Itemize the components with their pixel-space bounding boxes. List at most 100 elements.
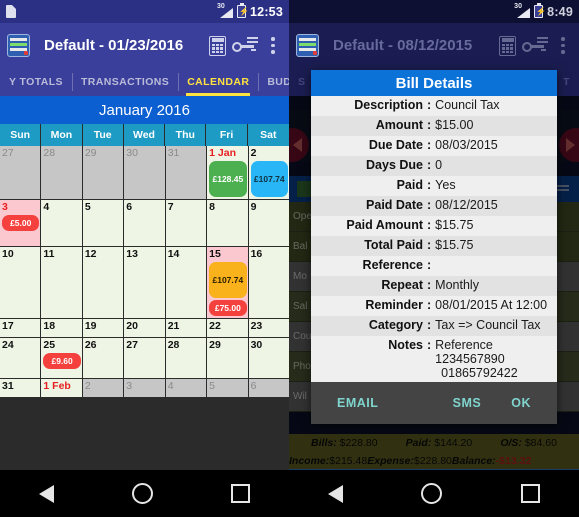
calendar-day-cell[interactable]: 1 Jan £128.45 xyxy=(207,146,248,199)
calendar-day-number: 15 xyxy=(209,248,221,260)
calendar-day-cell[interactable]: 23 xyxy=(248,319,289,337)
dialog-field-label: Due Date xyxy=(368,138,423,152)
calendar-day-cell[interactable]: 14 xyxy=(165,247,207,318)
sd-card-icon xyxy=(6,5,16,18)
calendar-day-number: 19 xyxy=(84,320,97,332)
calendar-day-cell[interactable]: 1 Feb xyxy=(41,379,82,397)
dialog-notes-value-line2: 01865792422 xyxy=(441,366,518,380)
calendar-day-cell[interactable]: 26 xyxy=(82,338,124,378)
calendar-day-cell[interactable]: 2 £107.74 xyxy=(248,146,289,199)
tab-monthly-totals[interactable]: Y TOTALS xyxy=(0,68,72,96)
calendar-month-title[interactable]: January 2016 xyxy=(0,96,289,124)
calendar-day-cell[interactable]: 29 xyxy=(207,338,248,378)
calendar-day-cell[interactable]: 31 xyxy=(0,379,41,397)
dialog-field-colon: : xyxy=(427,278,432,292)
calendar-day-cell[interactable]: 5 xyxy=(207,379,248,397)
calendar-day-cell[interactable]: 30 xyxy=(248,338,289,378)
dialog-field-colon: : xyxy=(427,138,432,152)
calendar-amount-chip[interactable]: £5.00 xyxy=(2,215,40,231)
calendar-amount-chip[interactable]: £9.60 xyxy=(43,353,81,369)
battery-charging-icon: ⚡ xyxy=(237,3,249,18)
calendar-day-cell[interactable]: 28 xyxy=(41,146,82,199)
dialog-field-value: Council Tax xyxy=(435,98,500,112)
calendar-empty-area xyxy=(0,397,289,475)
dialog-field-colon: : xyxy=(427,318,432,332)
calendar-day-cell[interactable]: 29 xyxy=(82,146,124,199)
calendar-day-cell[interactable]: 7 xyxy=(165,200,207,246)
calendar-day-cell[interactable]: 9 xyxy=(248,200,289,246)
tab-calendar[interactable]: CALENDAR xyxy=(178,68,258,96)
app-logo-icon[interactable] xyxy=(296,34,319,57)
calendar-amount-chip[interactable]: £128.45 xyxy=(209,161,247,197)
tab-transactions[interactable]: TRANSACTIONS xyxy=(71,68,178,96)
back-triangle-icon[interactable] xyxy=(328,484,344,503)
home-circle-icon[interactable] xyxy=(421,483,443,504)
calendar-day-cell[interactable]: 4 xyxy=(165,379,207,397)
app-logo-icon[interactable] xyxy=(7,34,30,57)
ok-button[interactable]: OK xyxy=(511,396,531,410)
dialog-field-value: $15.75 xyxy=(435,238,474,252)
calendar-day-cell[interactable]: 27 xyxy=(0,146,41,199)
left-status-bar: 30 ⚡ 12:53 xyxy=(0,0,289,23)
calendar-day-cell[interactable]: 13 xyxy=(124,247,165,318)
calendar-day-number: 3 xyxy=(2,201,8,213)
tab-label: S xyxy=(298,76,306,88)
calendar-day-cell[interactable]: 12 xyxy=(82,247,124,318)
calendar-day-number: 21 xyxy=(167,320,180,332)
calendar-day-number: 31 xyxy=(167,147,180,159)
calendar-day-cell[interactable]: 24 xyxy=(0,338,41,378)
calendar-amount-chip[interactable]: £107.74 xyxy=(209,262,247,298)
dialog-field-row: Reference: xyxy=(311,256,557,276)
calendar-day-cell[interactable]: 2 xyxy=(82,379,124,397)
calendar-day-number: 26 xyxy=(84,339,97,351)
calendar-day-cell[interactable]: 25 £9.60 xyxy=(41,338,82,378)
calendar-day-cell[interactable]: 22 xyxy=(207,319,248,337)
calendar-day-number: 18 xyxy=(43,320,56,332)
key-icon[interactable] xyxy=(232,36,258,56)
calendar-day-cell[interactable]: 11 xyxy=(41,247,82,318)
tab-budget[interactable]: BUDGET xyxy=(258,68,289,96)
calendar-day-cell[interactable]: 21 xyxy=(165,319,207,337)
calendar-day-cell[interactable]: 17 xyxy=(0,319,41,337)
calendar-day-cell[interactable]: 28 xyxy=(165,338,207,378)
recents-square-icon[interactable] xyxy=(520,484,540,503)
calendar-day-cell[interactable]: 6 xyxy=(248,379,289,397)
calendar-day-cell[interactable]: 27 xyxy=(124,338,165,378)
calendar-day-cell[interactable]: 4 xyxy=(41,200,82,246)
calendar-day-cell[interactable]: 5 xyxy=(82,200,124,246)
calendar-day-number: 1 Jan xyxy=(209,147,236,159)
overflow-menu-icon[interactable] xyxy=(554,36,572,56)
left-navigation-bar xyxy=(0,470,289,517)
calendar-day-cell[interactable]: 19 xyxy=(82,319,124,337)
tab-right-partial[interactable]: T xyxy=(554,68,579,96)
dialog-field-label: Paid Amount xyxy=(346,218,423,232)
calendar-day-cell[interactable]: 18 xyxy=(41,319,82,337)
calendar-day-number: 28 xyxy=(167,339,180,351)
calendar-day-cell[interactable]: 31 xyxy=(165,146,207,199)
calendar-day-cell[interactable]: 30 xyxy=(124,146,165,199)
dialog-field-colon: : xyxy=(427,218,432,232)
sms-button[interactable]: SMS xyxy=(453,396,482,410)
calculator-icon[interactable] xyxy=(499,35,516,56)
tab-label: CALENDAR xyxy=(187,76,250,88)
calendar-day-cell[interactable]: 20 xyxy=(124,319,165,337)
calendar-day-cell[interactable]: 10 xyxy=(0,247,41,318)
calendar-day-number: 3 xyxy=(126,380,133,392)
calendar-amount-chip[interactable]: £107.74 xyxy=(250,161,288,197)
calendar-amount-chip[interactable]: £75.00 xyxy=(209,300,247,316)
calendar-day-cell[interactable]: 6 xyxy=(124,200,165,246)
dialog-field-row: Paid Amount: $15.75 xyxy=(311,216,557,236)
calendar-day-cell[interactable]: 15 £107.74 £75.00 xyxy=(207,247,248,318)
recents-square-icon[interactable] xyxy=(231,484,250,503)
calendar-day-cell[interactable]: 16 xyxy=(248,247,289,318)
calendar-day-cell[interactable]: 3 xyxy=(124,379,165,397)
calendar-day-cell[interactable]: 3 £5.00 xyxy=(0,200,41,246)
calculator-icon[interactable] xyxy=(209,35,226,56)
email-button[interactable]: EMAIL xyxy=(337,396,378,410)
key-icon[interactable] xyxy=(522,36,548,56)
back-triangle-icon[interactable] xyxy=(39,484,54,503)
overflow-menu-icon[interactable] xyxy=(264,36,282,56)
calendar-day-cell[interactable]: 8 xyxy=(207,200,248,246)
home-circle-icon[interactable] xyxy=(132,483,153,504)
dialog-field-value: 08/12/2015 xyxy=(435,198,498,212)
